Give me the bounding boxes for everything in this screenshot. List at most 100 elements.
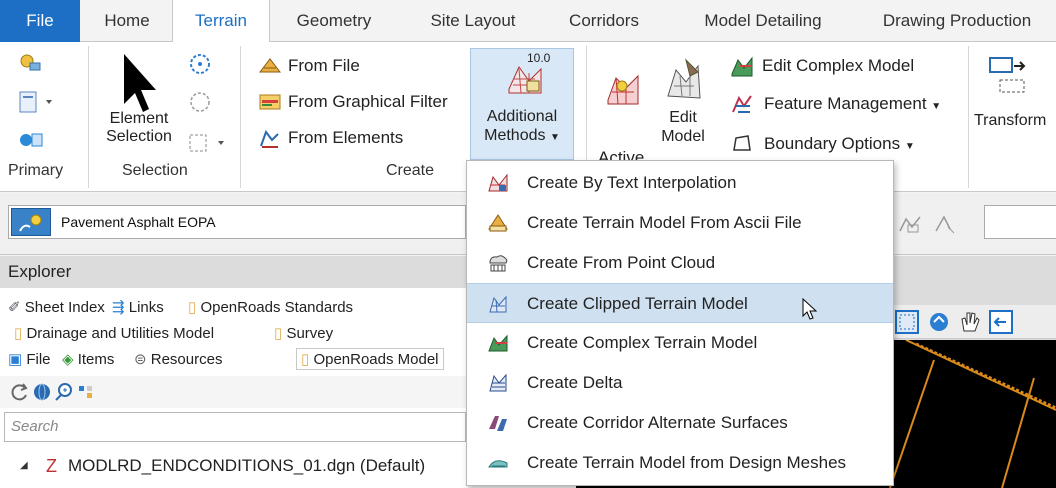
- chevron-down-icon: ▼: [931, 101, 942, 112]
- complex-terrain-icon: [488, 334, 508, 352]
- tab-file[interactable]: File: [0, 0, 80, 42]
- tab-geometry[interactable]: Geometry: [284, 0, 384, 42]
- search-input[interactable]: Search: [4, 412, 466, 442]
- tab-model-detailing[interactable]: Model Detailing: [688, 0, 838, 42]
- block-select-icon[interactable]: [188, 132, 236, 154]
- transform-icon[interactable]: [988, 54, 1032, 94]
- element-selection-arrow-icon[interactable]: [116, 52, 158, 116]
- tab-drawing-production[interactable]: Drawing Production: [862, 0, 1052, 42]
- edit-model-button[interactable]: Edit Model: [660, 108, 706, 146]
- from-file-icon: [258, 58, 282, 73]
- app-window: File Home Terrain Geometry Site Layout C…: [0, 0, 1056, 488]
- tab-openroads-model[interactable]: ▯ OpenRoads Model: [296, 348, 444, 370]
- additional-methods-label-line1: Additional: [486, 108, 558, 125]
- edit-complex-model-icon: [731, 56, 753, 77]
- group-divider: [968, 46, 969, 188]
- group-divider: [240, 46, 241, 188]
- additional-methods-label: Additional Methods ▼: [471, 107, 573, 147]
- tree-item-label: MODLRD_ENDCONDITIONS_01.dgn (Default): [68, 456, 426, 475]
- group-label-selection: Selection: [122, 162, 188, 179]
- globe-icon[interactable]: [32, 382, 52, 402]
- group-divider: [88, 46, 89, 188]
- openroads-standards-icon: ▯: [188, 299, 197, 316]
- menu-item-label: Create Complex Terrain Model: [527, 333, 758, 352]
- previous-view-icon[interactable]: [988, 309, 1014, 335]
- explorer-icon[interactable]: [18, 128, 44, 152]
- resources-icon: ⊜: [134, 351, 147, 368]
- tab-home[interactable]: Home: [92, 0, 162, 42]
- from-graphical-filter-button[interactable]: From Graphical Filter: [288, 92, 448, 112]
- collapse-arrow-icon[interactable]: ◢: [20, 460, 28, 471]
- tab-openroads-standards[interactable]: ▯ OpenRoads Standards: [188, 298, 353, 316]
- design-mesh-icon: [488, 460, 508, 468]
- drainage-model-icon: ▯: [14, 325, 23, 342]
- tab-links[interactable]: ⇶ Links: [112, 298, 164, 316]
- sheet-index-icon: ✐: [8, 299, 21, 316]
- ascii-file-icon: [488, 214, 508, 232]
- tab-drainage-utilities-model[interactable]: ▯ Drainage and Utilities Model: [14, 324, 214, 342]
- feature-definition-selector[interactable]: Pavement Asphalt EOPA: [8, 205, 466, 239]
- corridor-surfaces-icon: [489, 416, 507, 431]
- menu-item-label: Create Clipped Terrain Model: [527, 294, 748, 313]
- menu-item-create-complex-terrain[interactable]: Create Complex Terrain Model: [467, 323, 893, 363]
- explorer-title: Explorer: [0, 256, 468, 288]
- feature-name-field[interactable]: [984, 205, 1056, 239]
- menu-item-create-from-design-meshes[interactable]: Create Terrain Model from Design Meshes: [467, 443, 893, 483]
- tab-sheet-index[interactable]: ✐ Sheet Index: [8, 298, 105, 316]
- menu-item-create-from-ascii[interactable]: Create Terrain Model From Ascii File: [467, 203, 893, 243]
- feature-definition-toggle[interactable]: [11, 208, 51, 236]
- transform-button[interactable]: Transform: [974, 112, 1046, 130]
- edit-model-label-line1: Edit: [669, 109, 697, 126]
- terrain-methods-icon: [508, 66, 542, 94]
- circle-select-icon[interactable]: [188, 52, 212, 76]
- chevron-down-icon: ▼: [904, 141, 915, 152]
- refresh-icon[interactable]: [10, 382, 30, 402]
- tab-items[interactable]: ◈ Items: [62, 350, 114, 368]
- attributes-icon[interactable]: [18, 52, 44, 74]
- menu-item-label: Create From Point Cloud: [527, 253, 716, 272]
- tab-site-layout[interactable]: Site Layout: [414, 0, 532, 42]
- from-elements-button[interactable]: From Elements: [288, 128, 403, 148]
- menu-item-create-delta[interactable]: Create Delta: [467, 363, 893, 403]
- edit-complex-model-button[interactable]: Edit Complex Model: [762, 56, 914, 76]
- rotate-view-icon[interactable]: [926, 309, 952, 335]
- element-selection-button[interactable]: Element Selection: [104, 110, 174, 146]
- edit-model-icon[interactable]: [664, 56, 704, 102]
- window-area-icon[interactable]: [894, 309, 920, 335]
- menu-item-label: Create Delta: [527, 373, 623, 392]
- menu-item-label: Create Terrain Model From Ascii File: [527, 213, 802, 232]
- select-set-icon[interactable]: [76, 382, 96, 402]
- menu-item-label: Create Terrain Model from Design Meshes: [527, 453, 847, 472]
- edit-model-label-line2: Model: [661, 128, 705, 145]
- graphical-filter-icon: [259, 94, 281, 110]
- items-icon: ◈: [62, 351, 74, 368]
- menu-item-create-by-text-interpolation[interactable]: Create By Text Interpolation: [467, 163, 893, 203]
- tree-item[interactable]: ◢ Z MODLRD_ENDCONDITIONS_01.dgn (Default…: [0, 452, 468, 488]
- feature-management-button[interactable]: Feature Management ▼: [764, 94, 941, 114]
- tab-terrain[interactable]: Terrain: [172, 0, 270, 43]
- ribbon-tab-bar: File Home Terrain Geometry Site Layout C…: [0, 0, 1056, 43]
- menu-item-create-corridor-alternate-surfaces[interactable]: Create Corridor Alternate Surfaces: [467, 403, 893, 443]
- file-tab-icon: ▣: [8, 351, 23, 368]
- additional-methods-menu: Create By Text Interpolation Create Terr…: [466, 160, 894, 486]
- tab-corridors[interactable]: Corridors: [552, 0, 656, 42]
- properties-icon[interactable]: [18, 90, 62, 114]
- tab-resources[interactable]: ⊜ Resources: [134, 350, 222, 368]
- delta-icon: [489, 373, 507, 392]
- tab-survey[interactable]: ▯ Survey: [274, 324, 333, 342]
- zoom-icon[interactable]: [54, 382, 74, 402]
- element-selection-label-line1: Element: [109, 110, 169, 127]
- circle-outline-select-icon[interactable]: [188, 90, 212, 114]
- feature-lightbulb-icon: [19, 214, 42, 232]
- menu-item-create-from-point-cloud[interactable]: Create From Point Cloud: [467, 243, 893, 283]
- menu-item-create-clipped-terrain[interactable]: Create Clipped Terrain Model: [467, 283, 893, 323]
- pan-view-icon[interactable]: [956, 309, 982, 335]
- additional-methods-button[interactable]: 10.0 Additional Methods ▼: [470, 48, 574, 160]
- terrain-filter-icon[interactable]: [896, 213, 924, 235]
- active-terrain-icon[interactable]: [604, 70, 642, 110]
- terrain-filter-alt-icon[interactable]: [932, 213, 960, 235]
- boundary-options-button[interactable]: Boundary Options ▼: [764, 134, 915, 154]
- from-file-button[interactable]: From File: [288, 56, 360, 76]
- tab-file-explorer[interactable]: ▣ File: [8, 350, 51, 368]
- feature-management-icon: [732, 95, 752, 113]
